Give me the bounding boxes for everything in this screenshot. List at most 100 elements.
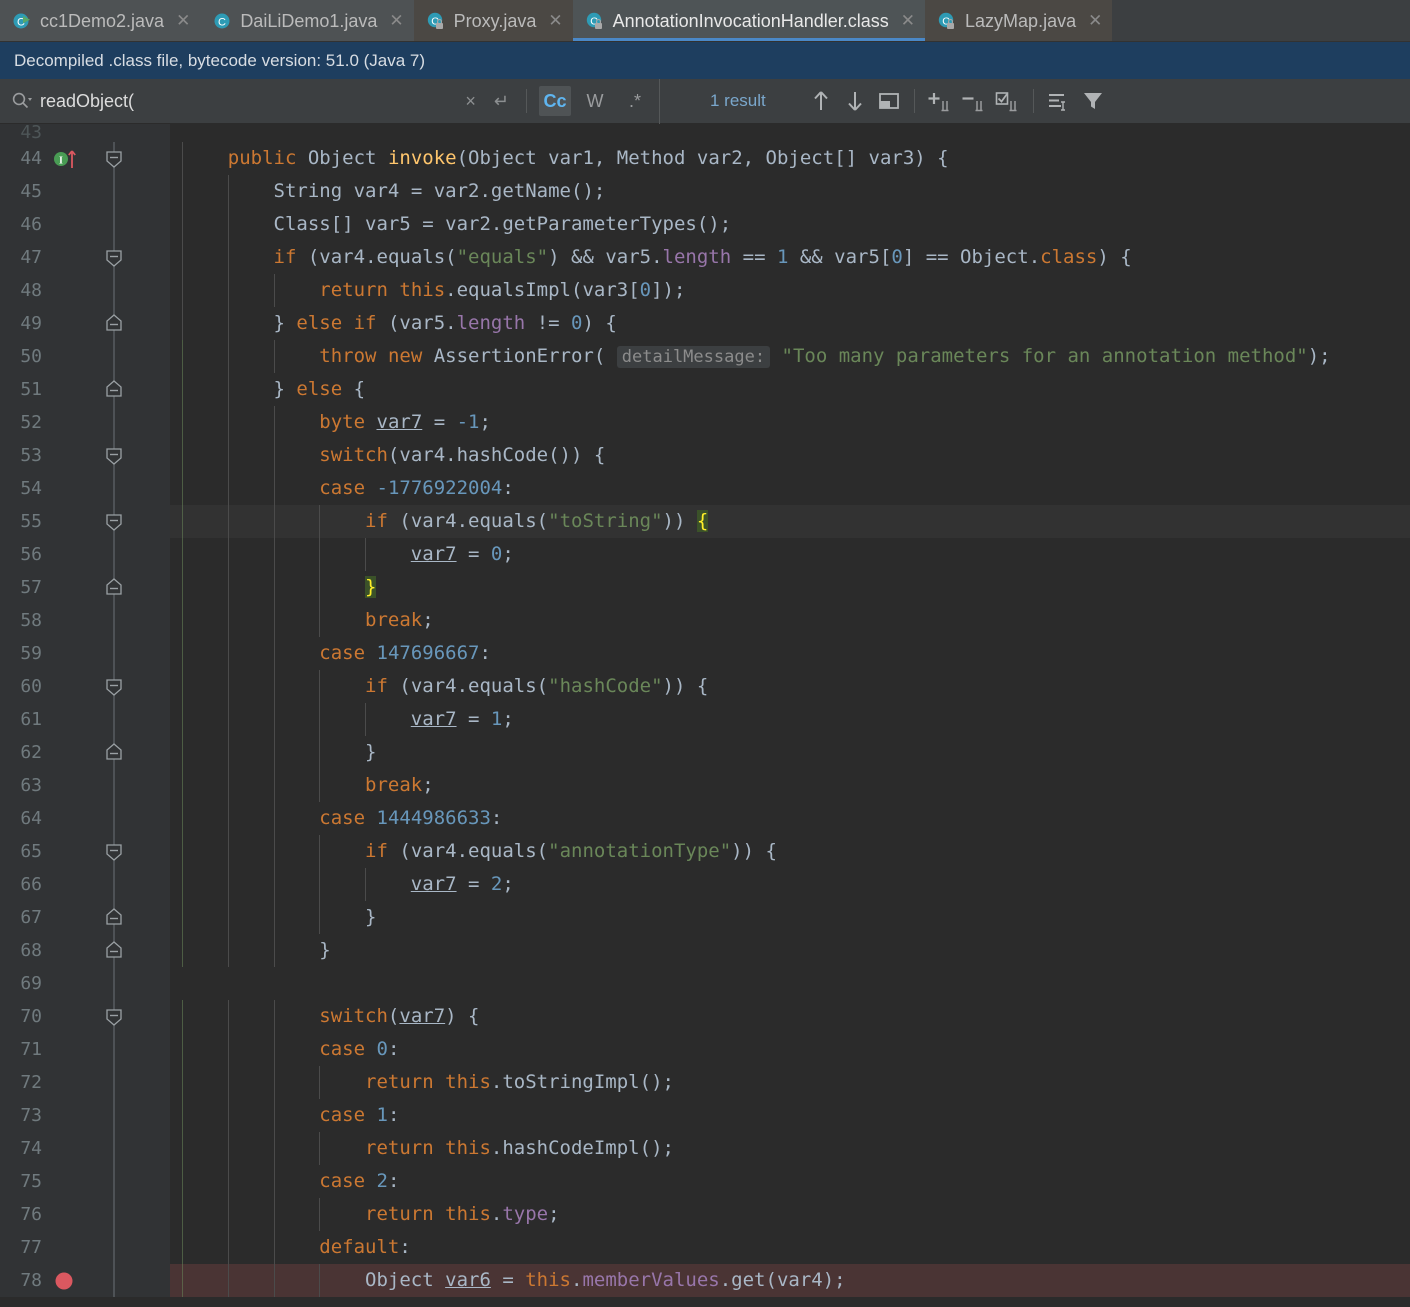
tab-close-icon[interactable]: ✕ xyxy=(1084,12,1102,29)
match-case-toggle[interactable]: Cc xyxy=(539,86,571,116)
gutter-icon-slot[interactable] xyxy=(50,340,88,373)
editor-line[interactable]: 48 return this.equalsImpl(var3[0]); xyxy=(0,274,1410,307)
gutter-icon-slot[interactable] xyxy=(50,175,88,208)
remove-selection-icon[interactable] xyxy=(957,84,991,118)
gutter-icon-slot[interactable] xyxy=(50,670,88,703)
code-text[interactable]: } xyxy=(170,571,1410,604)
gutter-icon-slot[interactable] xyxy=(50,1066,88,1099)
gutter-icon-slot[interactable] xyxy=(50,1231,88,1264)
editor-line[interactable]: 74 return this.hashCodeImpl(); xyxy=(0,1132,1410,1165)
editor-line[interactable]: 61 var7 = 1; xyxy=(0,703,1410,736)
gutter-icon-slot[interactable] xyxy=(50,208,88,241)
clear-search-icon[interactable]: × xyxy=(460,90,481,112)
code-text[interactable]: } xyxy=(170,901,1410,934)
gutter-icon-slot[interactable] xyxy=(50,967,88,1000)
code-text[interactable]: Object var6 = this.memberValues.get(var4… xyxy=(170,1264,1410,1297)
editor-line[interactable]: 71 case 0: xyxy=(0,1033,1410,1066)
fold-marker[interactable] xyxy=(88,505,140,538)
editor-line[interactable]: 72 return this.toStringImpl(); xyxy=(0,1066,1410,1099)
code-text[interactable]: if (var4.equals("toString")) { xyxy=(170,505,1410,538)
gutter-icon-slot[interactable] xyxy=(50,1000,88,1033)
fold-marker[interactable] xyxy=(88,670,140,703)
regex-toggle[interactable]: .* xyxy=(619,86,651,116)
editor-line[interactable]: 75 case 2: xyxy=(0,1165,1410,1198)
open-in-find-window-icon[interactable] xyxy=(872,84,906,118)
editor-line[interactable]: 66 var7 = 2; xyxy=(0,868,1410,901)
editor-line[interactable]: 44 I public Object invoke(Object var1, Me… xyxy=(0,142,1410,175)
editor-line[interactable]: 68 } xyxy=(0,934,1410,967)
editor-line[interactable]: 59 case 147696667: xyxy=(0,637,1410,670)
code-text[interactable]: throw new AssertionError( detailMessage:… xyxy=(170,340,1410,373)
editor-line[interactable]: 58 break; xyxy=(0,604,1410,637)
code-text[interactable]: } else if (var5.length != 0) { xyxy=(170,307,1410,340)
code-text[interactable]: return this.equalsImpl(var3[0]); xyxy=(170,274,1410,307)
code-text[interactable]: case 1444986633: xyxy=(170,802,1410,835)
code-text[interactable]: switch(var7) { xyxy=(170,1000,1410,1033)
tab-cc1demo2-java[interactable]: C cc1Demo2.java ✕ xyxy=(0,0,201,41)
code-text[interactable]: var7 = 2; xyxy=(170,868,1410,901)
add-selection-icon[interactable] xyxy=(923,84,957,118)
code-text[interactable] xyxy=(170,124,1410,142)
filter-icon[interactable] xyxy=(1076,84,1110,118)
code-text[interactable]: return this.type; xyxy=(170,1198,1410,1231)
code-text[interactable]: default: xyxy=(170,1231,1410,1264)
fold-marker[interactable] xyxy=(88,934,140,967)
editor-line[interactable]: 73 case 1: xyxy=(0,1099,1410,1132)
code-text[interactable]: } xyxy=(170,934,1410,967)
gutter-icon-slot[interactable] xyxy=(50,241,88,274)
fold-marker[interactable] xyxy=(88,373,140,406)
gutter-icon-slot[interactable] xyxy=(50,406,88,439)
code-text[interactable]: switch(var4.hashCode()) { xyxy=(170,439,1410,472)
editor-line[interactable]: 53 switch(var4.hashCode()) { xyxy=(0,439,1410,472)
editor-line[interactable]: 57 } xyxy=(0,571,1410,604)
code-text[interactable]: case -1776922004: xyxy=(170,472,1410,505)
code-text[interactable]: return this.hashCodeImpl(); xyxy=(170,1132,1410,1165)
gutter-icon-slot[interactable] xyxy=(50,604,88,637)
editor-line[interactable]: 60 if (var4.equals("hashCode")) { xyxy=(0,670,1410,703)
tab-close-icon[interactable]: ✕ xyxy=(385,12,403,29)
editor-line[interactable]: 49 } else if (var5.length != 0) { xyxy=(0,307,1410,340)
editor-line[interactable]: 65 if (var4.equals("annotationType")) { xyxy=(0,835,1410,868)
find-next-icon[interactable] xyxy=(838,84,872,118)
find-previous-icon[interactable] xyxy=(804,84,838,118)
search-input[interactable] xyxy=(40,90,453,112)
code-text[interactable]: break; xyxy=(170,604,1410,637)
gutter-icon-slot[interactable] xyxy=(50,637,88,670)
editor-line[interactable]: 47 if (var4.equals("equals") && var5.len… xyxy=(0,241,1410,274)
editor-line[interactable]: 45 String var4 = var2.getName(); xyxy=(0,175,1410,208)
code-text[interactable]: Class[] var5 = var2.getParameterTypes(); xyxy=(170,208,1410,241)
fold-marker[interactable] xyxy=(88,1000,140,1033)
code-text[interactable]: if (var4.equals("equals") && var5.length… xyxy=(170,241,1410,274)
code-editor[interactable]: 43 44 I public Object invoke(Object var1, … xyxy=(0,124,1410,1307)
tab-proxy-java[interactable]: C Proxy.java ✕ xyxy=(413,0,573,41)
code-text[interactable]: return this.toStringImpl(); xyxy=(170,1066,1410,1099)
gutter-icon-slot[interactable] xyxy=(50,901,88,934)
code-text[interactable]: } xyxy=(170,736,1410,769)
editor-line[interactable]: 76 return this.type; xyxy=(0,1198,1410,1231)
editor-line[interactable]: 43 xyxy=(0,124,1410,142)
gutter-icon-slot[interactable] xyxy=(50,505,88,538)
code-text[interactable]: break; xyxy=(170,769,1410,802)
editor-line[interactable]: 46 Class[] var5 = var2.getParameterTypes… xyxy=(0,208,1410,241)
code-text[interactable]: case 0: xyxy=(170,1033,1410,1066)
code-text[interactable]: var7 = 0; xyxy=(170,538,1410,571)
tab-annotationinvocationhandler-class[interactable]: C AnnotationInvocationHandler.class ✕ xyxy=(572,0,926,41)
code-text[interactable]: case 2: xyxy=(170,1165,1410,1198)
editor-line[interactable]: 70 switch(var7) { xyxy=(0,1000,1410,1033)
code-text[interactable] xyxy=(170,967,1410,1000)
fold-marker[interactable] xyxy=(88,241,140,274)
code-text[interactable]: case 1: xyxy=(170,1099,1410,1132)
editor-line[interactable]: 64 case 1444986633: xyxy=(0,802,1410,835)
gutter-icon-slot[interactable] xyxy=(50,868,88,901)
editor-line[interactable]: 50 throw new AssertionError( detailMessa… xyxy=(0,340,1410,373)
tab-dailidemo1-java[interactable]: C DaiLiDemo1.java ✕ xyxy=(200,0,414,41)
tab-close-icon[interactable]: ✕ xyxy=(544,12,562,29)
editor-line[interactable]: 77 default: xyxy=(0,1231,1410,1264)
gutter-icon-slot[interactable] xyxy=(50,1198,88,1231)
gutter-icon-slot[interactable] xyxy=(50,274,88,307)
gutter-icon-slot[interactable] xyxy=(50,802,88,835)
gutter-icon-slot[interactable] xyxy=(50,439,88,472)
gutter-icon-slot[interactable] xyxy=(50,307,88,340)
editor-line[interactable]: 55 if (var4.equals("toString")) { xyxy=(0,505,1410,538)
editor-line[interactable]: 56 var7 = 0; xyxy=(0,538,1410,571)
